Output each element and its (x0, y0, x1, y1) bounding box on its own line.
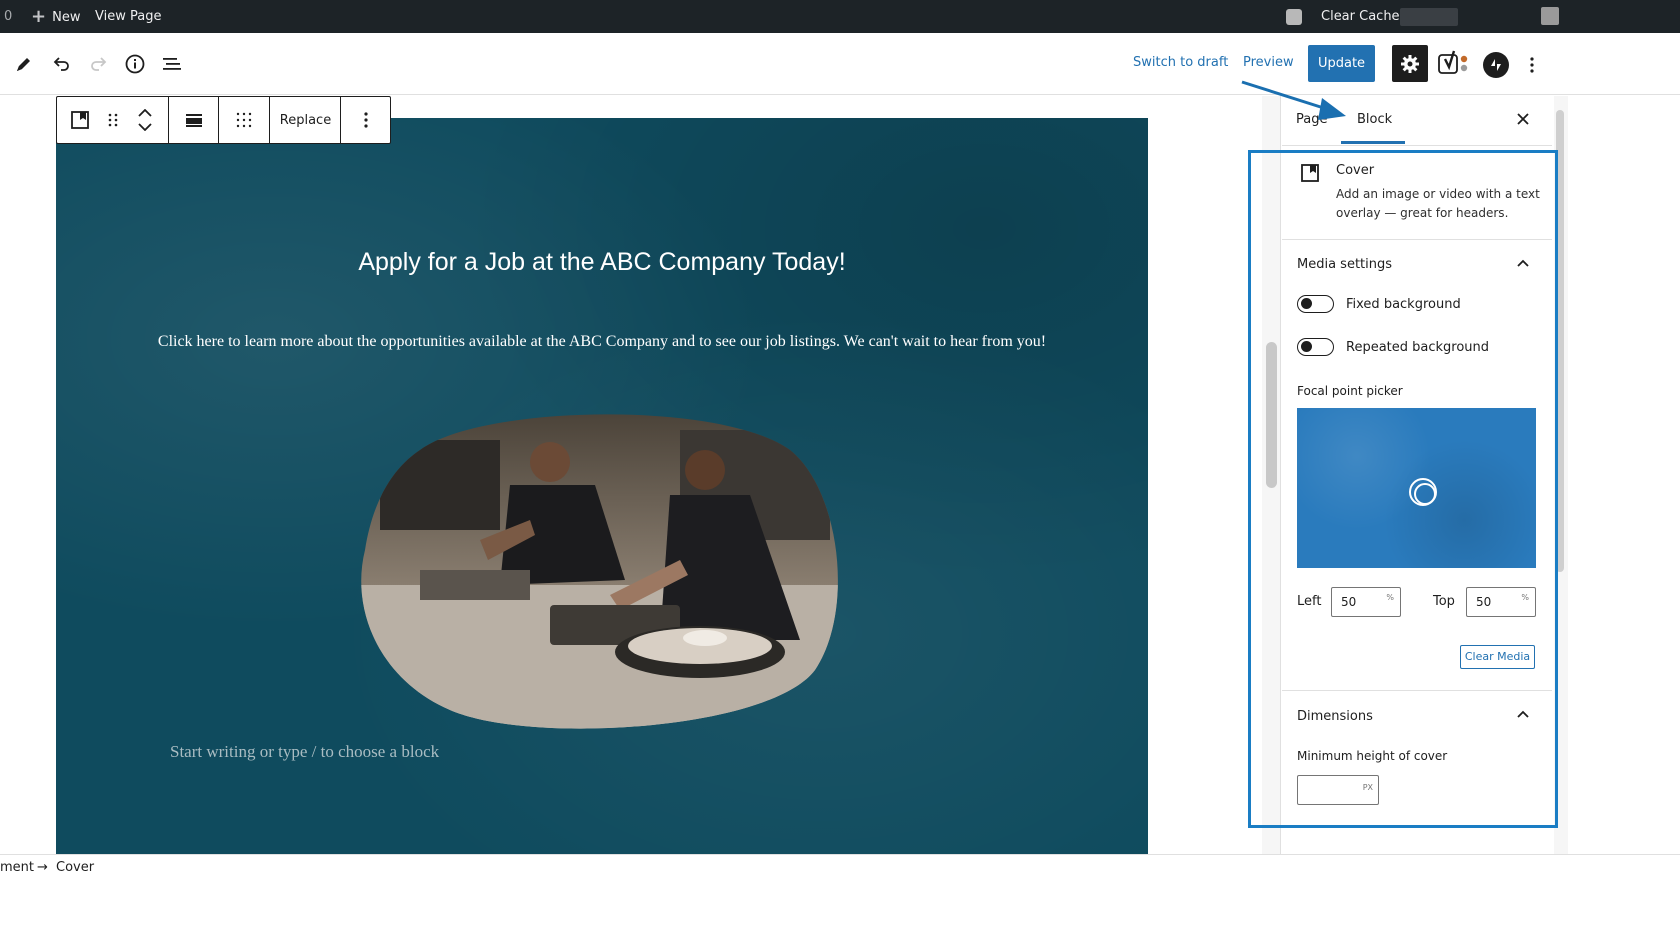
align-icon[interactable] (169, 97, 218, 143)
toolbar-group-more (341, 97, 390, 143)
toolbar-group-block (57, 97, 169, 143)
admin-bar-user-name[interactable] (1400, 8, 1458, 26)
yoast-icon[interactable] (1437, 49, 1471, 79)
plus-icon: + (31, 6, 47, 27)
position-grid-icon[interactable] (219, 97, 269, 143)
divider (1282, 145, 1552, 146)
preview-button[interactable]: Preview (1243, 55, 1294, 70)
admin-bar: 0 + New View Page Clear Cache (0, 0, 1680, 33)
block-toolbar: Replace (56, 96, 391, 144)
block-breadcrumb: ment → Cover (0, 854, 1680, 880)
cover-paragraph[interactable]: Click here to learn more about the oppor… (156, 327, 1048, 356)
cache-icon (1286, 9, 1302, 25)
cover-block-icon[interactable] (57, 97, 103, 143)
toolbar-group-replace: Replace (270, 97, 341, 143)
list-view-icon[interactable] (158, 50, 186, 78)
editor-header: Switch to draft Preview Update (0, 33, 1680, 95)
replace-button[interactable]: Replace (270, 97, 341, 143)
editor-canvas: Apply for a Job at the ABC Company Today… (0, 96, 1262, 854)
breadcrumb-item-cover[interactable]: Cover (56, 860, 94, 875)
move-up-down[interactable] (123, 97, 167, 143)
annotation-arrow-icon (1241, 80, 1346, 120)
toolbar-group-align (169, 97, 219, 143)
toolbar-group-position (219, 97, 270, 143)
cover-block[interactable]: Apply for a Job at the ABC Company Today… (56, 118, 1148, 854)
gear-icon (1401, 54, 1419, 73)
close-icon[interactable] (1515, 111, 1531, 127)
annotation-highlight-box (1248, 150, 1558, 828)
cover-heading[interactable]: Apply for a Job at the ABC Company Today… (56, 248, 1148, 277)
avatar[interactable] (1541, 7, 1559, 25)
tab-block[interactable]: Block (1357, 112, 1392, 127)
tab-active-indicator (1341, 141, 1405, 144)
block-placeholder[interactable]: Start writing or type / to choose a bloc… (170, 742, 439, 762)
drag-handle-icon[interactable] (103, 97, 123, 143)
admin-bar-new[interactable]: + New (31, 0, 80, 33)
admin-bar-new-label: New (52, 10, 81, 25)
kitchen-image[interactable] (360, 410, 842, 731)
info-icon[interactable] (121, 50, 149, 78)
undo-icon[interactable] (48, 50, 76, 78)
admin-bar-clear-cache[interactable]: Clear Cache (1321, 0, 1400, 33)
switch-to-draft-button[interactable]: Switch to draft (1133, 55, 1228, 70)
admin-bar-count[interactable]: 0 (4, 0, 12, 33)
admin-bar-view-page[interactable]: View Page (95, 0, 161, 33)
chevron-down-icon[interactable] (138, 123, 152, 131)
kebab-icon[interactable] (1524, 52, 1540, 78)
pencil-icon[interactable] (10, 50, 38, 78)
more-options-icon[interactable] (341, 97, 390, 143)
breadcrumb-item-document[interactable]: ment (0, 860, 34, 875)
breadcrumb-separator: → (37, 860, 48, 875)
chevron-up-icon[interactable] (138, 109, 152, 117)
jetpack-icon[interactable] (1483, 52, 1509, 78)
redo-icon[interactable] (84, 50, 112, 78)
settings-button[interactable] (1392, 45, 1428, 82)
page-bottom-area (0, 880, 1680, 940)
